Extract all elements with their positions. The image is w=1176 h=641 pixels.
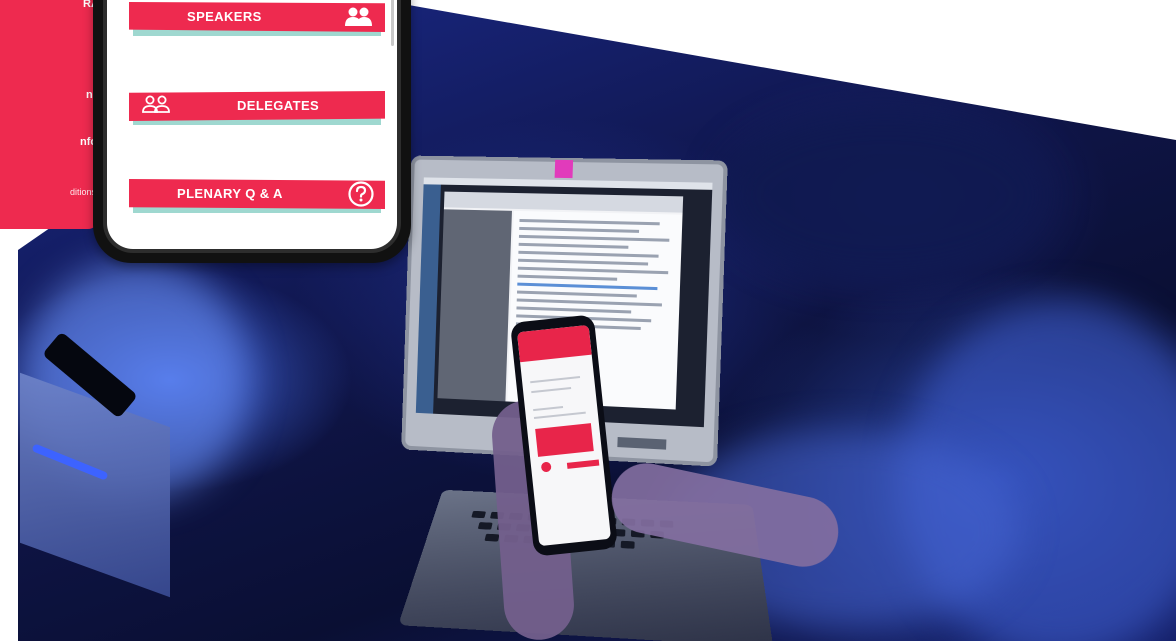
plenary-qa-button[interactable]: PLENARY Q & A [129, 179, 385, 213]
plenary-qa-label: PLENARY Q & A [177, 186, 283, 201]
speakers-icon [343, 6, 373, 33]
left-phone-menu: RA ns nfo ditions [0, 0, 98, 229]
handheld-button [566, 459, 600, 469]
speakers-button[interactable]: SPEAKERS [129, 2, 385, 36]
delegates-label: DELEGATES [237, 98, 320, 113]
handheld-phone-screen [516, 324, 612, 547]
speakers-label: SPEAKERS [187, 9, 262, 24]
laptop-menubar [423, 177, 713, 190]
laptop-dock [617, 437, 667, 450]
handheld-message-box [535, 423, 594, 457]
webcam-cover [554, 159, 574, 179]
phone-bezel: SPEAKERS DELEGATES PLENARY Q & A [103, 0, 401, 253]
scrollbar[interactable] [391, 0, 394, 46]
chair-silhouette [720, 110, 1050, 280]
delegates-button[interactable]: DELEGATES [129, 91, 385, 125]
phone-mockup: SPEAKERS DELEGATES PLENARY Q & A [93, 0, 411, 263]
question-icon [347, 180, 375, 213]
slide-canvas: RA ns nfo ditions SPEAKERS DELEGATES PLE… [0, 0, 1176, 641]
phone-screen: SPEAKERS DELEGATES PLENARY Q & A [107, 0, 397, 249]
mail-folder-list [437, 209, 512, 402]
handheld-app-header [516, 324, 592, 363]
delegates-icon [141, 94, 171, 121]
handheld-avatar [540, 461, 552, 473]
